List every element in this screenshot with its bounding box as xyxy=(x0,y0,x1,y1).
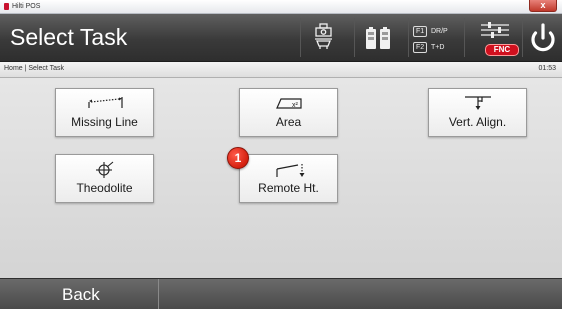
power-button[interactable] xyxy=(522,18,562,57)
sliders-icon xyxy=(481,22,509,38)
clock: 01:53 xyxy=(538,65,556,72)
remote-height-button[interactable]: Remote Ht. xyxy=(239,154,338,203)
missing-line-button[interactable]: Missing Line xyxy=(55,88,154,137)
missing-line-icon xyxy=(88,97,123,108)
battery-icon xyxy=(366,27,390,49)
footer-bar: Back xyxy=(0,278,562,309)
f2-key[interactable]: F2 xyxy=(413,42,428,53)
theodolite-button[interactable]: Theodolite xyxy=(55,154,154,203)
app-icon xyxy=(4,3,9,10)
callout-badge: 1 xyxy=(227,147,249,169)
fnc-button[interactable]: FNC xyxy=(464,18,521,57)
task-label: Remote Ht. xyxy=(258,181,319,195)
breadcrumb[interactable]: Home | Select Task xyxy=(4,65,64,72)
area-button[interactable]: x² Area xyxy=(239,88,338,137)
window-titlebar: Hilti POS x xyxy=(0,0,562,14)
app-header: Select Task F1 DR/P F2 T+D FNC xyxy=(0,14,562,62)
vertical-alignment-button[interactable]: Vert. Align. xyxy=(428,88,527,137)
task-grid: Missing Line x² Area Vert. Align. Theodo… xyxy=(0,78,562,278)
power-icon xyxy=(531,23,555,52)
back-button[interactable]: Back xyxy=(0,279,159,309)
vertical-alignment-icon xyxy=(465,96,491,110)
window-title: Hilti POS xyxy=(12,3,41,10)
back-label: Back xyxy=(62,285,100,304)
task-label: Vert. Align. xyxy=(448,115,507,129)
f1-label: DR/P xyxy=(431,28,448,35)
window-close-button[interactable]: x xyxy=(529,0,557,12)
theodolite-icon xyxy=(96,161,114,178)
fnc-badge: FNC xyxy=(485,44,519,56)
instrument-icon xyxy=(315,23,332,49)
instrument-button[interactable] xyxy=(300,18,345,57)
remote-height-icon xyxy=(276,164,305,177)
page-title: Select Task xyxy=(10,24,128,50)
f2-label: T+D xyxy=(431,44,445,51)
svg-text:x²: x² xyxy=(292,102,299,109)
task-label: Theodolite xyxy=(76,181,133,195)
area-icon: x² xyxy=(276,98,302,109)
breadcrumb-bar: Home | Select Task 01:53 xyxy=(0,62,562,78)
battery-button[interactable] xyxy=(354,18,401,57)
task-label: Area xyxy=(275,115,302,129)
f1-key[interactable]: F1 xyxy=(413,26,428,37)
function-keys-display[interactable]: F1 DR/P F2 T+D xyxy=(408,18,461,57)
task-label: Missing Line xyxy=(71,115,138,129)
